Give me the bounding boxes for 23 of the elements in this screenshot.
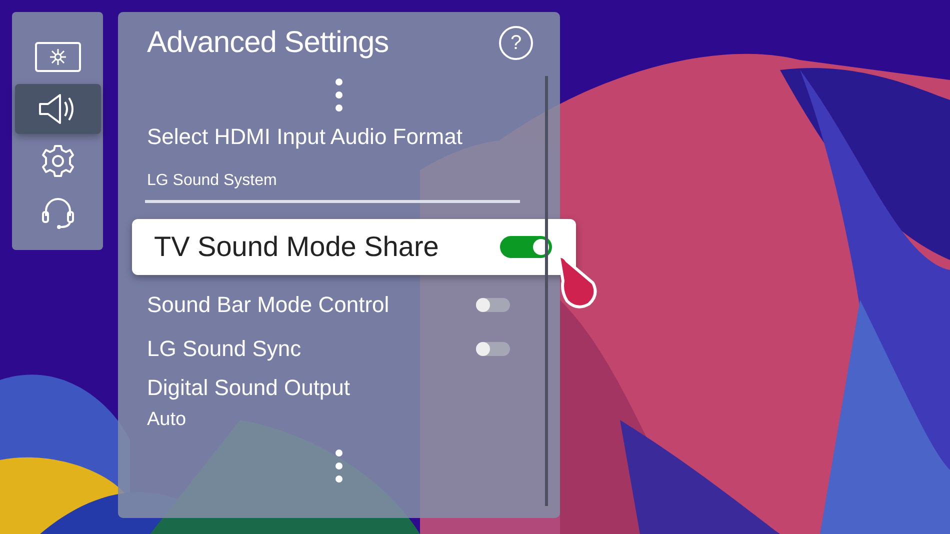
- menu-item[interactable]: Sound Bar Mode Control: [147, 283, 530, 327]
- sidebar-item[interactable]: [14, 84, 100, 134]
- toggle-switch[interactable]: [500, 236, 552, 258]
- picture-mode-icon: [34, 42, 80, 72]
- menu-item[interactable]: Select HDMI Input Audio Format LG Sound System: [147, 124, 530, 190]
- help-button[interactable]: ?: [499, 26, 533, 60]
- headset-icon: [40, 196, 74, 230]
- item-label: Sound Bar Mode Control: [147, 292, 390, 318]
- item-label: LG Sound Sync: [147, 336, 302, 362]
- menu-item[interactable]: Digital Sound Output Auto: [147, 375, 530, 431]
- more-above-icon: [334, 78, 342, 112]
- menu-item[interactable]: LG Sound Sync: [147, 327, 530, 371]
- item-label: Select HDMI Input Audio Format: [147, 124, 464, 150]
- settings-icon: [40, 144, 74, 178]
- item-value: Auto: [147, 409, 188, 431]
- item-value: LG Sound System: [147, 172, 278, 190]
- toggle-switch[interactable]: [476, 342, 510, 356]
- item-label: TV Sound Mode Share: [154, 231, 439, 263]
- more-below-icon: [334, 449, 342, 483]
- panel-title: Advanced Settings: [147, 26, 389, 60]
- scrollbar[interactable]: [545, 76, 548, 506]
- item-label: Digital Sound Output: [147, 375, 352, 401]
- toggle-switch[interactable]: [476, 298, 510, 312]
